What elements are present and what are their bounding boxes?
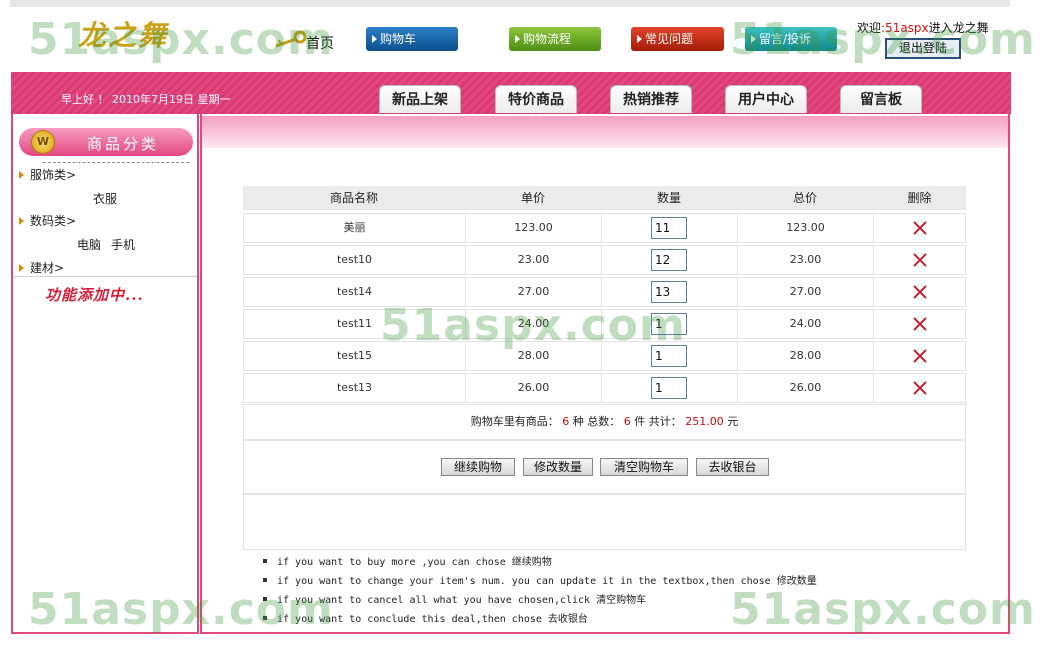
summary-currency: 元 [727,415,739,428]
watermark: 51aspx.com [380,300,686,351]
summary-count: 6 [623,415,631,428]
nav-cart-button[interactable]: 购物车 [366,27,458,51]
summary-total: 251.00 [685,415,724,428]
tab-message-board[interactable]: 留言板 [840,85,922,113]
header-quantity: 数量 [656,191,681,205]
cell-total: 28.00 [738,342,874,370]
header-total: 总价 [792,191,817,205]
cell-total: 24.00 [738,310,874,338]
subcategory-phone[interactable]: 手机 [111,236,135,253]
arrow-right-icon [372,35,377,43]
greeting-date: 早上好 ！ 2010年7月19日 星期一 [61,93,231,106]
cell-product-name: test10 [244,246,466,274]
nav-faq-button[interactable]: 常见问题 [631,27,724,51]
bullet-icon [263,559,267,563]
feature-coming-note: 功能添加中... [45,286,144,304]
table-row: test10 23.00 12 23.00 [243,245,966,275]
delete-icon[interactable] [912,348,928,364]
delete-icon[interactable] [912,252,928,268]
cart-summary: 购物车里有商品： 6 种 总数： 6 件 共计： 251.00 元 [243,404,966,440]
category-title: 商品分类 [87,135,160,153]
bullet-icon [263,578,267,582]
cart-table-header: 商品名称 单价 数量 总价 删除 [243,186,966,210]
tab-special-offers[interactable]: 特价商品 [495,85,577,113]
summary-prefix: 购物车里有商品： [470,415,559,428]
arrow-right-icon [19,171,24,179]
arrow-right-icon [637,35,642,43]
nav-cart-label: 购物车 [380,32,417,46]
category-label: 建材> [30,261,65,275]
cell-total: 23.00 [738,246,874,274]
cell-product-name: 美丽 [244,214,466,242]
category-sidebar: W 商品分类 服饰类> 衣服 数码类> 电脑 手机 建材> 功能添加中... [11,114,199,634]
tab-new-arrivals[interactable]: 新品上架 [379,85,461,113]
quantity-input[interactable]: 11 [651,217,687,239]
watermark: 51aspx.com [730,584,1036,635]
tab-user-center[interactable]: 用户中心 [725,85,807,113]
category-apparel[interactable]: 服饰类> [19,166,76,183]
nav-faq-label: 常见问题 [645,32,694,46]
tip-item: if you want to buy more ,you can chose 继… [263,553,552,568]
cell-total: 123.00 [738,214,874,242]
delete-icon[interactable] [912,284,928,300]
main-header-gradient [202,116,1008,148]
clear-cart-button[interactable]: 清空购物车 [600,458,688,476]
arrow-right-icon [19,264,24,272]
arrow-right-icon [19,217,24,225]
tip-text: if you want to buy more ,you can chose 继… [277,557,552,568]
cell-total: 27.00 [738,278,874,306]
watermark: 51aspx.com [730,14,1036,65]
category-label: 服饰类> [30,168,77,182]
tab-hot-sales[interactable]: 热销推荐 [610,85,692,113]
cell-product-name: test13 [244,374,466,402]
continue-shopping-button[interactable]: 继续购物 [441,458,515,476]
delete-icon[interactable] [912,380,928,396]
quantity-input[interactable]: 1 [651,377,687,399]
checkout-button[interactable]: 去收银台 [696,458,769,476]
summary-kinds: 6 [562,415,570,428]
delete-icon[interactable] [912,316,928,332]
update-quantity-button[interactable]: 修改数量 [523,458,593,476]
coin-icon: W [31,130,55,154]
cart-actions: 继续购物 修改数量 清空购物车 去收银台 [243,440,966,494]
summary-kinds-unit: 种 总数： [572,415,621,428]
arrow-right-icon [515,35,520,43]
summary-count-unit: 件 共计： [634,415,682,428]
cell-total: 26.00 [738,374,874,402]
delete-icon[interactable] [912,220,928,236]
subcategory-computer[interactable]: 电脑 [77,236,101,253]
top-divider [10,0,1010,7]
nav-flow-label: 购物流程 [523,32,572,46]
sidebar-divider [13,276,197,277]
dashed-divider [43,162,189,163]
category-building[interactable]: 建材> [19,259,64,276]
spacer-row [243,494,966,550]
cell-unit-price: 123.00 [466,214,602,242]
header-product-name: 商品名称 [329,191,378,205]
subcategory-clothes[interactable]: 衣服 [93,190,117,207]
nav-flow-button[interactable]: 购物流程 [509,27,601,51]
cell-unit-price: 26.00 [466,374,602,402]
watermark: 51aspx.com [28,584,334,635]
category-digital[interactable]: 数码类> [19,212,76,229]
header-unit-price: 单价 [520,191,545,205]
watermark: 51aspx.com [28,14,334,65]
header-delete: 删除 [907,191,932,205]
cell-unit-price: 23.00 [466,246,602,274]
table-row: test13 26.00 1 26.00 [243,373,966,403]
category-header: W 商品分类 [19,128,193,156]
quantity-input[interactable]: 12 [651,249,687,271]
category-label: 数码类> [30,214,77,228]
table-row: 美丽 123.00 11 123.00 [243,213,966,243]
